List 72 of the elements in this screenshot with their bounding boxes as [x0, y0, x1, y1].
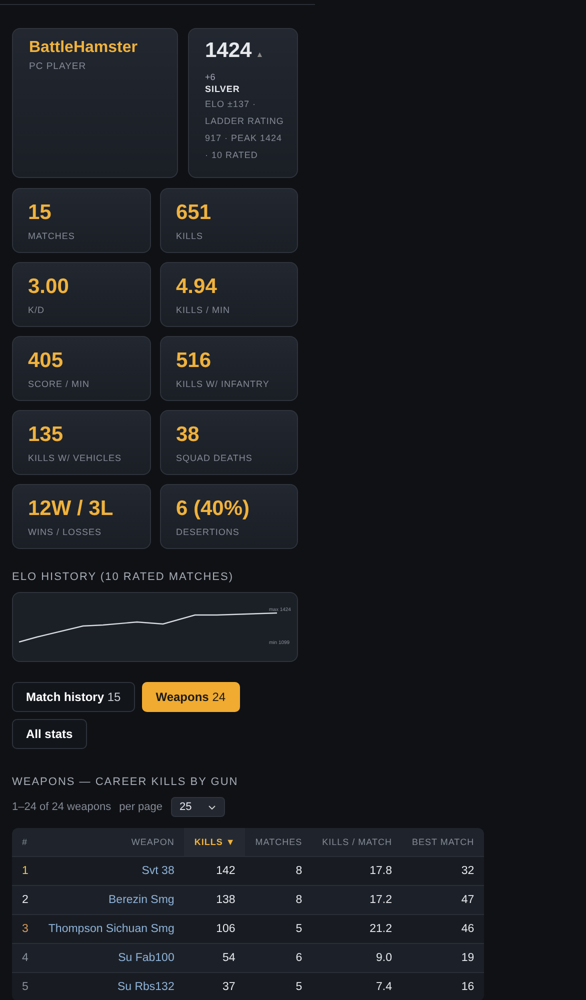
table-cell: 8 [245, 856, 312, 886]
stat-label: KILLS / MIN [176, 305, 232, 315]
rank-cell: 3 [12, 914, 38, 944]
stat-value: 4.94 [176, 275, 218, 299]
weapon-name: Su Fab100 [38, 944, 184, 972]
table-cell: 46 [402, 914, 484, 944]
column-header[interactable]: WEAPON [38, 828, 184, 856]
table-cell: 8 [245, 886, 312, 914]
table-cell: 17.2 [312, 886, 402, 914]
stat-label: KILLS W/ VEHICLES [28, 453, 123, 463]
stat-label: K/D [28, 305, 46, 315]
rank-cell: 2 [12, 886, 38, 914]
weapon-name: Svt 38 [38, 856, 184, 886]
table-cell: 47 [402, 886, 484, 914]
table-cell: 138 [184, 886, 246, 914]
elo-value: 1424 [205, 39, 252, 63]
elo-change: +6 [205, 72, 216, 82]
section-heading: WEAPONS — CAREER KILLS BY GUN [12, 776, 240, 788]
stat-value: 516 [176, 349, 212, 373]
table-cell: 17.8 [312, 856, 402, 886]
section-heading: ELO HISTORY (10 RATED MATCHES) [12, 571, 235, 583]
table-cell: 37 [184, 972, 246, 1000]
stat-value: 38 [176, 423, 200, 447]
stat-value: 12W / 3L [28, 497, 114, 521]
table-cell: 54 [184, 944, 246, 972]
stat-label: SCORE / MIN [28, 379, 91, 389]
result-count: 1–24 of 24 weapons [12, 801, 112, 813]
stat-value: 405 [28, 349, 64, 373]
tab[interactable]: Weapons 24 [142, 682, 240, 712]
stat-label: MATCHES [28, 231, 76, 241]
table-cell: 32 [402, 856, 484, 886]
table-cell: 142 [184, 856, 246, 886]
per-page-select[interactable]: 25 [170, 797, 225, 817]
table-cell: 21.2 [312, 914, 402, 944]
table-cell: 6 [245, 944, 312, 972]
weapon-name: Berezin Smg [38, 886, 184, 914]
stat-label: DESERTIONS [176, 527, 240, 537]
tab[interactable]: Match history 15 [12, 682, 135, 712]
stat-label: WINS / LOSSES [28, 527, 103, 537]
stat-value: 651 [176, 201, 212, 225]
weapon-name: Thompson Sichuan Smg [38, 914, 184, 944]
tab[interactable]: All stats [12, 719, 87, 749]
stat-value: 135 [28, 423, 64, 447]
table-cell: 16 [402, 972, 484, 1000]
table-cell: 5 [245, 914, 312, 944]
rank-cell: 1 [12, 856, 38, 886]
column-header[interactable]: KILLS / MATCH [312, 828, 402, 856]
rank-cell: 4 [12, 944, 38, 972]
table-cell: 106 [184, 914, 246, 944]
rating-details: ELO ±137 · LADDER RATING 917 · PEAK 1424 · 10 RATED [205, 98, 285, 162]
per-page-label: per page [119, 801, 163, 813]
rank-cell: 5 [12, 972, 38, 1000]
stat-label: SQUAD DEATHS [176, 453, 254, 463]
player-platform: PC PLAYER [29, 61, 88, 72]
stat-value: 3.00 [28, 275, 70, 299]
player-name: BattleHamster [29, 39, 138, 57]
weapon-name: Su Rbs132 [38, 972, 184, 1000]
trend-up-icon: ▲ [256, 50, 264, 59]
table-cell: 7.4 [312, 972, 402, 1000]
stat-label: KILLS W/ INFANTRY [176, 379, 270, 389]
stat-value: 15 [28, 201, 52, 225]
column-header[interactable]: MATCHES [245, 828, 312, 856]
rank-label: SILVER [205, 84, 241, 94]
column-header[interactable]: KILLS ▼ [184, 828, 246, 856]
stat-value: 6 (40%) [176, 497, 251, 521]
table-cell: 9.0 [312, 944, 402, 972]
chevron-down-icon [208, 804, 216, 810]
column-header[interactable]: # [12, 828, 38, 856]
table-cell: 5 [245, 972, 312, 1000]
stat-label: KILLS [176, 231, 204, 241]
table-cell: 19 [402, 944, 484, 972]
column-header[interactable]: BEST MATCH [402, 828, 484, 856]
